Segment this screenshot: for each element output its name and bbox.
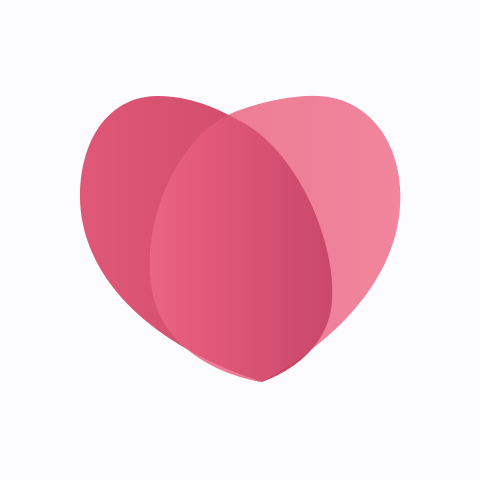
- app-icon-canvas: [0, 0, 480, 480]
- heart-icon: [79, 95, 401, 382]
